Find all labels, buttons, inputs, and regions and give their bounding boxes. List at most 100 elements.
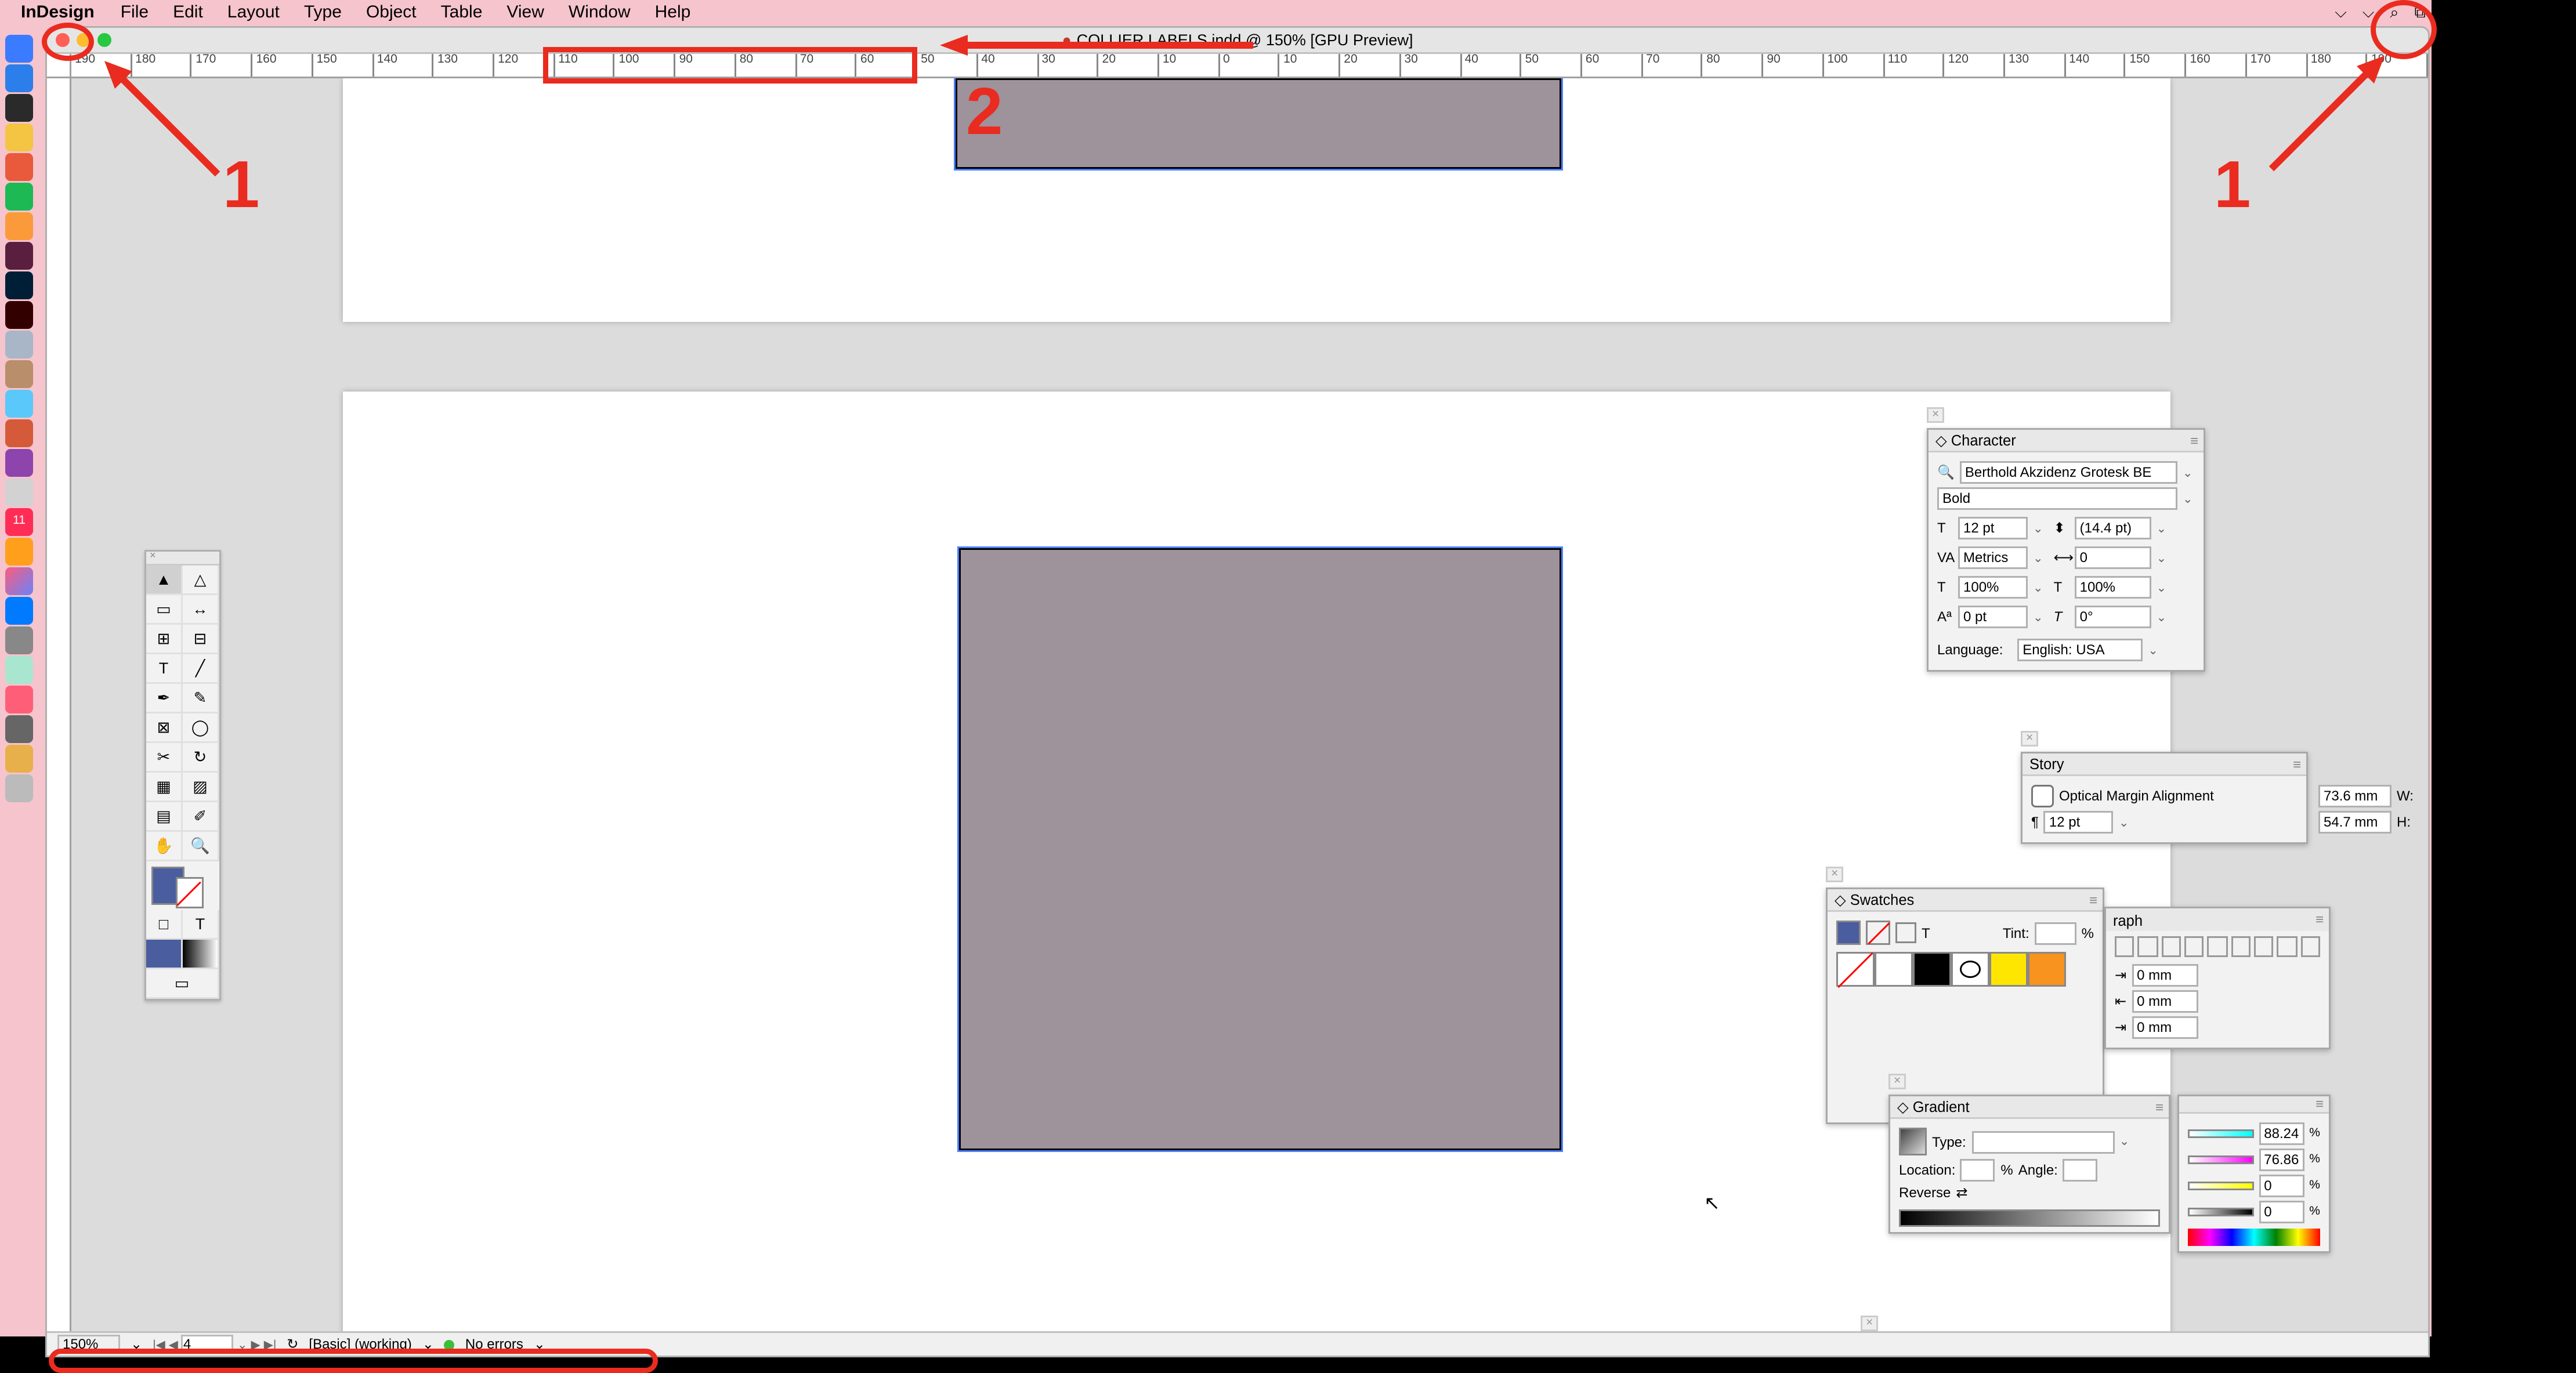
apply-color-button[interactable]	[146, 940, 183, 969]
dock-item[interactable]	[5, 64, 33, 92]
format-text-button[interactable]: T	[183, 910, 219, 940]
stroke-icon[interactable]	[1866, 921, 1890, 945]
next-page-button[interactable]: ▶	[251, 1338, 261, 1352]
leading-input[interactable]	[2075, 517, 2151, 539]
kerning-input[interactable]	[1958, 546, 2028, 569]
dock-item[interactable]	[5, 715, 33, 743]
panel-menu-icon[interactable]: ≡	[2293, 756, 2301, 772]
preflight-status[interactable]: No errors	[465, 1336, 523, 1352]
dock-item[interactable]	[5, 686, 33, 713]
close-icon[interactable]: ×	[1888, 1074, 1906, 1089]
note-tool[interactable]: ▤	[146, 802, 183, 832]
k-input[interactable]	[2259, 1201, 2304, 1223]
table-menu[interactable]: Table	[441, 3, 483, 23]
vscale-input[interactable]	[1958, 576, 2028, 599]
pen-tool[interactable]: ✒	[146, 684, 183, 713]
swatch-registration[interactable]	[1951, 952, 1989, 987]
minimize-button[interactable]	[77, 33, 91, 47]
dock-item[interactable]	[5, 94, 33, 122]
free-transform-tool[interactable]: ↻	[183, 743, 219, 773]
window-menu[interactable]: Window	[569, 3, 631, 23]
master-preset[interactable]: [Basic] (working)	[309, 1336, 411, 1352]
frame-object[interactable]	[959, 548, 1561, 1150]
tracking-input[interactable]	[2075, 546, 2151, 569]
dock-item[interactable]	[5, 124, 33, 151]
tint-input[interactable]	[2035, 922, 2076, 944]
baseline-input[interactable]	[1958, 606, 2028, 628]
selection-tool[interactable]: ▲	[146, 566, 183, 595]
location-input[interactable]	[1960, 1159, 1995, 1182]
panel-menu-icon[interactable]: ≡	[2089, 892, 2097, 908]
close-icon[interactable]: ×	[2021, 731, 2038, 747]
align-towards-spine-button[interactable]	[2277, 936, 2297, 957]
swatch-orange[interactable]	[2028, 952, 2066, 987]
align-away-spine-button[interactable]	[2300, 936, 2320, 957]
swatch-none[interactable]	[1836, 952, 1875, 987]
dock-item[interactable]	[5, 331, 33, 358]
width-input[interactable]	[2318, 785, 2392, 807]
layout-menu[interactable]: Layout	[227, 3, 280, 23]
apply-gradient-button[interactable]	[183, 940, 219, 969]
dock-item[interactable]	[5, 301, 33, 329]
dock-item[interactable]	[5, 538, 33, 566]
dock-item[interactable]	[5, 183, 33, 211]
scissors-tool[interactable]: ✂	[146, 743, 183, 773]
gradient-feather-tool[interactable]: ▨	[183, 773, 219, 802]
angle-input[interactable]	[2063, 1159, 2098, 1182]
line-tool[interactable]: ╱	[183, 654, 219, 684]
panel-menu-icon[interactable]: ≡	[2190, 433, 2198, 448]
app-menu[interactable]: InDesign	[21, 3, 95, 23]
align-center-button[interactable]	[2138, 936, 2158, 957]
swatch-yellow[interactable]	[1989, 952, 2028, 987]
y-input[interactable]	[2259, 1175, 2304, 1197]
file-menu[interactable]: File	[121, 3, 149, 23]
dock-item[interactable]	[5, 390, 33, 418]
gradient-swatch-tool[interactable]: ▦	[146, 773, 183, 802]
stroke-swatch[interactable]	[176, 877, 204, 908]
dock-item[interactable]	[5, 212, 33, 240]
zoom-level-input[interactable]: 150%	[57, 1335, 120, 1354]
type-tool[interactable]: T	[146, 654, 183, 684]
view-mode-button[interactable]: ▭	[146, 969, 219, 999]
panel-menu-icon[interactable]: ≡	[2315, 912, 2324, 928]
dock-item[interactable]	[5, 242, 33, 270]
gap-tool[interactable]: ↔	[183, 595, 219, 625]
wifi-icon[interactable]: ⌵	[2362, 3, 2374, 23]
dock-item[interactable]	[5, 153, 33, 181]
rectangle-frame-tool[interactable]: ⊠	[146, 713, 183, 743]
swatch-black[interactable]	[1913, 952, 1951, 987]
open-icon[interactable]: ↻	[287, 1336, 298, 1352]
text-format-button[interactable]: T	[1922, 925, 1930, 941]
skew-input[interactable]	[2075, 606, 2151, 628]
dock-item[interactable]	[5, 626, 33, 654]
dock-item[interactable]	[5, 479, 33, 506]
zoom-tool[interactable]: 🔍	[183, 832, 219, 861]
control-center-icon[interactable]: ⧉	[2414, 3, 2425, 23]
indent-input[interactable]	[2132, 1016, 2198, 1039]
story-size-input[interactable]	[2044, 811, 2114, 834]
dock-item[interactable]	[5, 449, 33, 477]
rectangle-tool[interactable]: ◯	[183, 713, 219, 743]
chevron-down-icon[interactable]: ⌄	[2183, 492, 2193, 506]
panel-menu-icon[interactable]: ≡	[2155, 1099, 2163, 1115]
hand-tool[interactable]: ✋	[146, 832, 183, 861]
close-button[interactable]	[56, 33, 70, 47]
help-menu[interactable]: Help	[655, 3, 691, 23]
dock-item[interactable]	[5, 745, 33, 773]
height-input[interactable]	[2318, 811, 2392, 834]
horizontal-ruler[interactable]: 1901801701601501401301201101009080706050…	[71, 54, 2428, 78]
swatch-paper[interactable]	[1875, 952, 1913, 987]
prev-page-button[interactable]: ◀	[169, 1338, 178, 1352]
close-icon[interactable]: ×	[1861, 1316, 1878, 1331]
dock-item[interactable]	[5, 774, 33, 802]
justify-left-button[interactable]	[2184, 936, 2204, 957]
m-input[interactable]	[2259, 1149, 2304, 1171]
pencil-tool[interactable]: ✎	[183, 684, 219, 713]
gradient-ramp[interactable]	[1899, 1209, 2160, 1227]
dock-item[interactable]	[5, 360, 33, 388]
close-icon[interactable]: ×	[150, 552, 156, 562]
panel-header[interactable]: ×	[146, 552, 219, 566]
align-right-button[interactable]	[2161, 936, 2181, 957]
last-page-button[interactable]: ▶|	[264, 1338, 277, 1352]
font-style-input[interactable]	[1937, 487, 2177, 510]
